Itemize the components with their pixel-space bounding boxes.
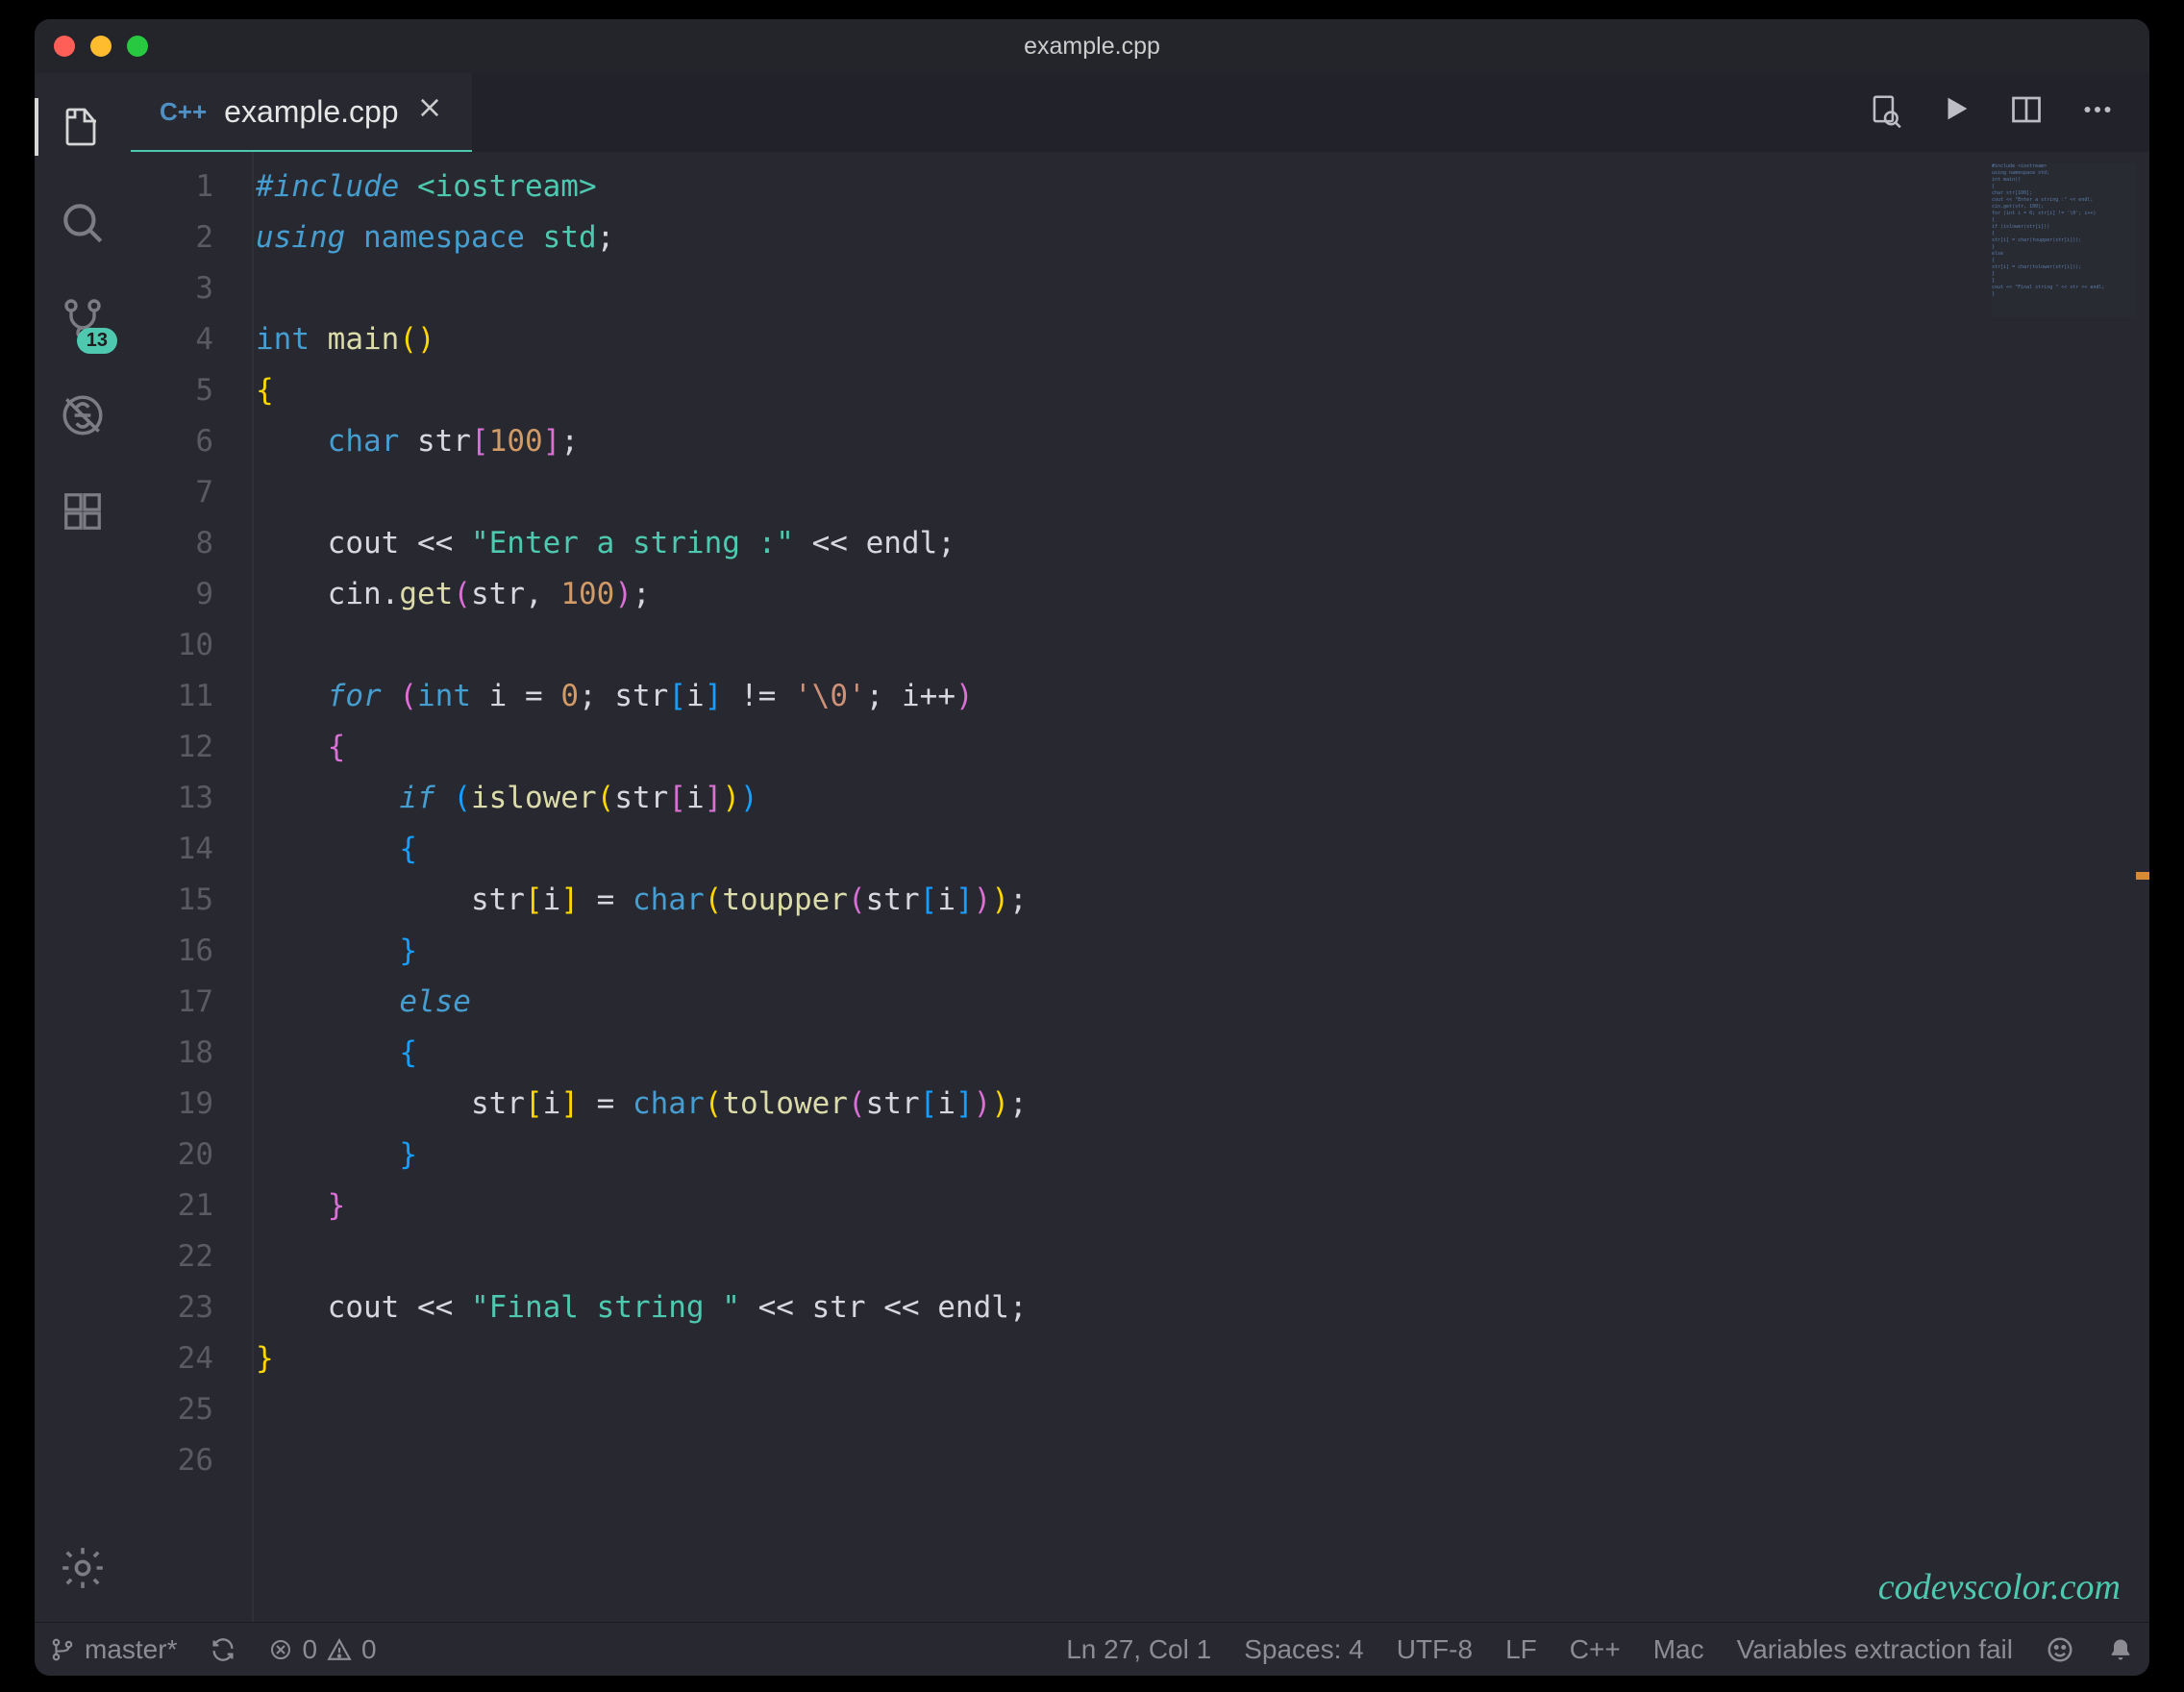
editor-actions [1832,92,2149,134]
traffic-lights [54,36,148,57]
code-area[interactable]: #include <iostream>using namespace std; … [252,152,2149,1622]
window: example.cpp 13 [35,19,2149,1676]
editor-group: C++ example.cpp [131,73,2149,1622]
debug-icon[interactable] [56,388,110,442]
cursor-position[interactable]: Ln 27, Col 1 [1066,1634,1211,1665]
extensions-icon[interactable] [56,485,110,538]
scroll-marker [2136,872,2149,880]
branch-indicator[interactable]: master* [50,1634,177,1665]
source-control-icon[interactable]: 13 [56,292,110,346]
maximize-window-button[interactable] [127,36,148,57]
run-icon[interactable] [1940,92,1973,134]
window-title: example.cpp [35,33,2149,61]
body: 13 C++ example.cpp [35,73,2149,1622]
tab-language-badge: C++ [160,97,207,127]
close-window-button[interactable] [54,36,75,57]
encoding[interactable]: UTF-8 [1397,1634,1473,1665]
eol[interactable]: LF [1505,1634,1537,1665]
tab-title: example.cpp [224,94,398,130]
more-actions-icon[interactable] [2080,92,2115,134]
editor[interactable]: 1234567891011121314151617181920212223242… [131,152,2149,1622]
activity-bar: 13 [35,73,131,1622]
line-number-gutter: 1234567891011121314151617181920212223242… [131,152,252,1622]
feedback-smiley-icon[interactable] [2046,1635,2074,1664]
search-icon[interactable] [56,196,110,250]
watermark: codevscolor.com [1878,1566,2121,1608]
titlebar: example.cpp [35,19,2149,73]
status-bar: master* 0 0 Ln 27, Col 1 Spaces: 4 UTF-8… [35,1622,2149,1676]
language-mode[interactable]: C++ [1570,1634,1621,1665]
status-message[interactable]: Variables extraction fail [1737,1634,2013,1665]
find-in-file-icon[interactable] [1867,92,1903,134]
settings-gear-icon[interactable] [56,1541,110,1595]
split-editor-icon[interactable] [2009,92,2044,134]
notifications-bell-icon[interactable] [2107,1636,2134,1663]
tab-example-cpp[interactable]: C++ example.cpp [131,73,472,152]
explorer-icon[interactable] [56,100,110,154]
tab-close-icon[interactable] [416,94,443,129]
indentation[interactable]: Spaces: 4 [1244,1634,1364,1665]
tab-bar: C++ example.cpp [131,73,2149,152]
sync-icon[interactable] [210,1636,236,1663]
problems-indicator[interactable]: 0 0 [269,1634,376,1665]
minimize-window-button[interactable] [90,36,112,57]
os-indicator[interactable]: Mac [1653,1634,1704,1665]
source-control-badge: 13 [77,328,117,354]
